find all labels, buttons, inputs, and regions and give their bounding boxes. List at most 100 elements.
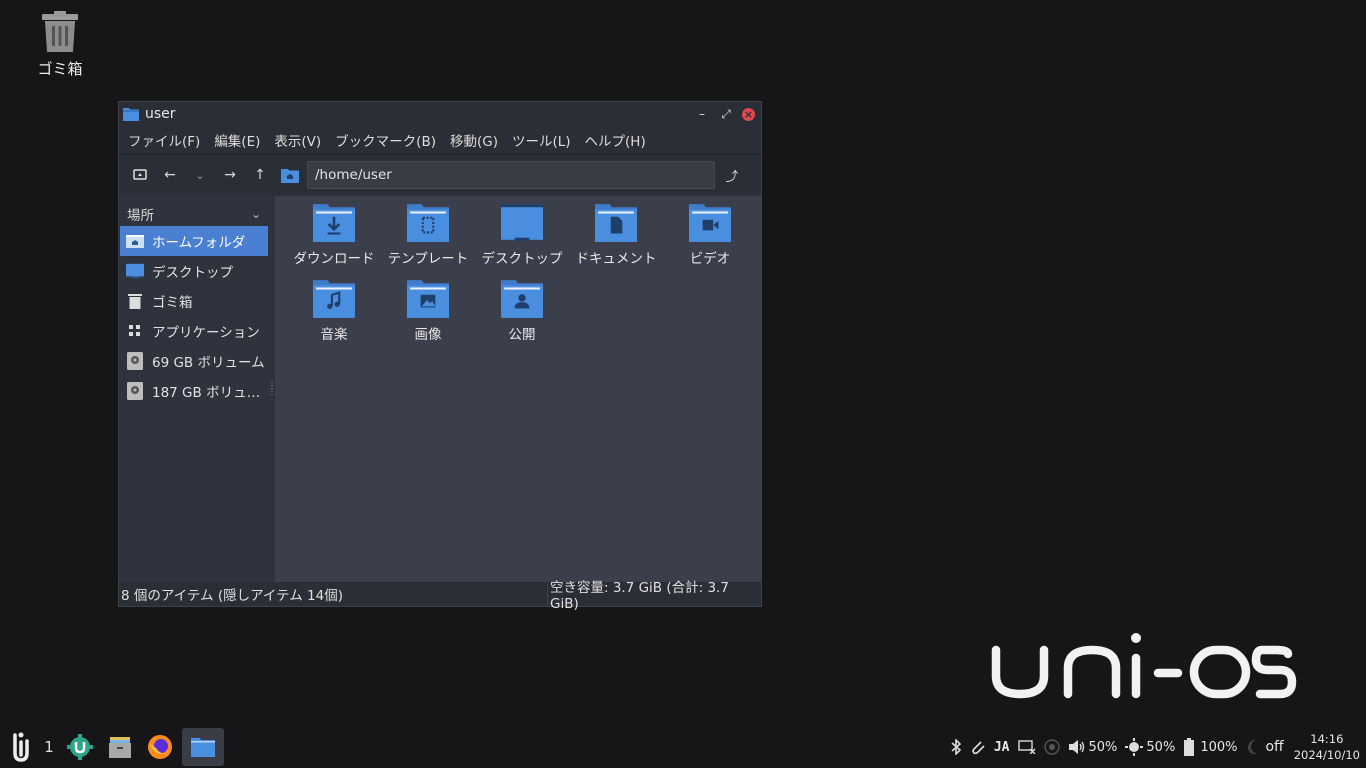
- drive-icon: [126, 352, 144, 370]
- image-folder-icon: [407, 280, 449, 318]
- sidebar-item-label: 187 GB ボリュ…: [152, 385, 261, 401]
- menu-help[interactable]: ヘルプ(H): [578, 130, 653, 150]
- download-folder-icon: [313, 204, 355, 242]
- history-button[interactable]: ⌄: [185, 160, 215, 190]
- menu-bookmarks[interactable]: ブックマーク(B): [328, 130, 443, 150]
- file-item-label: ドキュメント: [575, 251, 657, 267]
- brightness-control[interactable]: 50%: [1125, 738, 1175, 756]
- forward-button[interactable]: →: [215, 160, 245, 190]
- taskbar-settings-app[interactable]: [60, 728, 100, 766]
- taskbar-firefox[interactable]: [140, 728, 180, 766]
- window-title: user: [145, 106, 176, 122]
- go-button[interactable]: ⤴: [717, 160, 747, 190]
- volume-icon: [1068, 740, 1084, 754]
- brightness-level: 50%: [1146, 739, 1176, 755]
- archive-app-icon: [109, 737, 131, 758]
- uni-logo-icon: [13, 732, 29, 762]
- file-grid: ダウンロード テンプレート デスクトップ ドキュメント ビデオ音楽 画像 公開: [287, 204, 767, 356]
- network-disconnected-icon[interactable]: [1017, 740, 1036, 754]
- menu-edit[interactable]: 編集(E): [207, 130, 267, 150]
- music-folder-icon: [313, 280, 355, 318]
- launcher-button[interactable]: [8, 728, 34, 766]
- clipboard-icon[interactable]: [970, 739, 986, 755]
- sidebar-item-label: デスクトップ: [152, 265, 233, 281]
- file-view[interactable]: ダウンロード テンプレート デスクトップ ドキュメント ビデオ音楽 画像 公開: [275, 196, 761, 582]
- workspace-indicator[interactable]: 1: [40, 728, 58, 766]
- volume-level: 50%: [1088, 739, 1118, 755]
- new-tab-button[interactable]: [125, 160, 155, 190]
- arrow-right-icon: →: [224, 167, 236, 183]
- file-item-public[interactable]: 公開: [475, 280, 569, 356]
- clock[interactable]: 14:16 2024/10/10: [1294, 731, 1360, 763]
- file-item-template[interactable]: テンプレート: [381, 204, 475, 280]
- menu-bar: ファイル(F) 編集(E) 表示(V) ブックマーク(B) 移動(G) ツール(…: [119, 126, 761, 154]
- volume-control[interactable]: 50%: [1068, 739, 1118, 755]
- toolbar: ← ⌄ → ↑ /home/user ⤴: [119, 154, 761, 195]
- sidebar-item-label: ホームフォルダ: [152, 235, 246, 251]
- sidebar-item-trash[interactable]: ゴミ箱: [120, 286, 268, 316]
- uni-os-logo: uni-os: [991, 633, 1297, 699]
- sidebar-header[interactable]: 場所 ⌄: [119, 202, 269, 226]
- chevron-down-icon: ⌄: [250, 207, 261, 221]
- drive-icon: [126, 382, 144, 400]
- file-item-label: デスクトップ: [481, 251, 563, 267]
- trash-icon: [126, 292, 144, 310]
- sidebar-item-home[interactable]: ホームフォルダ: [120, 226, 268, 256]
- bluetooth-icon[interactable]: [950, 739, 962, 755]
- file-item-music[interactable]: 音楽: [287, 280, 381, 356]
- file-item-desktop[interactable]: デスクトップ: [475, 204, 569, 280]
- file-item-label: 画像: [414, 327, 442, 343]
- sidebar-item-volume-69[interactable]: 69 GB ボリューム: [120, 346, 268, 376]
- system-tray: JA 50% 50% 100% off 14:16 2024/10/10: [942, 726, 1360, 768]
- status-free-space: 空き容量: 3.7 GiB (合計: 3.7 GiB): [547, 580, 741, 612]
- menu-file[interactable]: ファイル(F): [121, 130, 207, 150]
- menu-go[interactable]: 移動(G): [443, 130, 505, 150]
- title-bar[interactable]: user – ⤢ ×: [119, 102, 761, 126]
- sidebar-item-label: 69 GB ボリューム: [152, 355, 265, 371]
- battery-icon: [1184, 738, 1195, 756]
- file-item-image[interactable]: 画像: [381, 280, 475, 356]
- moon-icon: [1248, 739, 1259, 755]
- back-button[interactable]: ←: [155, 160, 185, 190]
- file-item-label: 公開: [508, 327, 536, 343]
- desktop-folder-icon: [501, 204, 543, 241]
- sidebar-item-label: ゴミ箱: [152, 295, 193, 311]
- input-method-indicator[interactable]: JA: [994, 740, 1010, 755]
- desktop-trash-label: ゴミ箱: [37, 60, 83, 78]
- file-item-download[interactable]: ダウンロード: [287, 204, 381, 280]
- file-item-label: テンプレート: [387, 251, 469, 267]
- record-icon[interactable]: [1043, 739, 1060, 755]
- up-button[interactable]: ↑: [245, 160, 275, 190]
- clock-date: 2024/10/10: [1293, 748, 1360, 762]
- sidebar-item-applications[interactable]: アプリケーション: [120, 316, 268, 346]
- sidebar-item-label: アプリケーション: [152, 325, 260, 341]
- minimize-button[interactable]: –: [694, 106, 710, 122]
- trash-icon: [42, 11, 78, 52]
- new-tab-icon: [133, 169, 147, 180]
- file-item-video[interactable]: ビデオ: [663, 204, 757, 280]
- desktop-trash[interactable]: ゴミ箱: [28, 10, 92, 79]
- taskbar-archive-app[interactable]: [100, 728, 140, 766]
- sidebar-item-desktop[interactable]: デスクトップ: [120, 256, 268, 286]
- sidebar-heading: 場所: [127, 208, 154, 224]
- window-body: 場所 ⌄ ホームフォルダ デスクトップ ゴミ箱 アプリケーション 69 GB ボ…: [119, 196, 761, 582]
- folder-icon: [123, 108, 139, 121]
- template-folder-icon: [407, 204, 449, 242]
- night-mode-toggle[interactable]: off: [1245, 738, 1284, 756]
- path-input[interactable]: /home/user: [307, 161, 715, 189]
- battery-level: 100%: [1200, 739, 1238, 755]
- folder-icon: [191, 738, 215, 757]
- menu-view[interactable]: 表示(V): [267, 130, 328, 150]
- file-item-label: ダウンロード: [293, 251, 375, 267]
- home-folder-icon: [126, 232, 144, 250]
- home-folder-icon: [281, 168, 299, 183]
- menu-tools[interactable]: ツール(L): [505, 130, 578, 150]
- home-button[interactable]: [275, 160, 305, 190]
- sidebar-item-volume-187[interactable]: 187 GB ボリュ…: [120, 376, 268, 406]
- taskbar-file-manager[interactable]: [182, 728, 224, 766]
- status-item-count: 8 個のアイテム (隠しアイテム 14個): [121, 588, 343, 604]
- battery-status[interactable]: 100%: [1183, 738, 1237, 756]
- maximize-button[interactable]: ⤢: [718, 106, 734, 122]
- close-button[interactable]: ×: [742, 107, 755, 121]
- file-item-document[interactable]: ドキュメント: [569, 204, 663, 280]
